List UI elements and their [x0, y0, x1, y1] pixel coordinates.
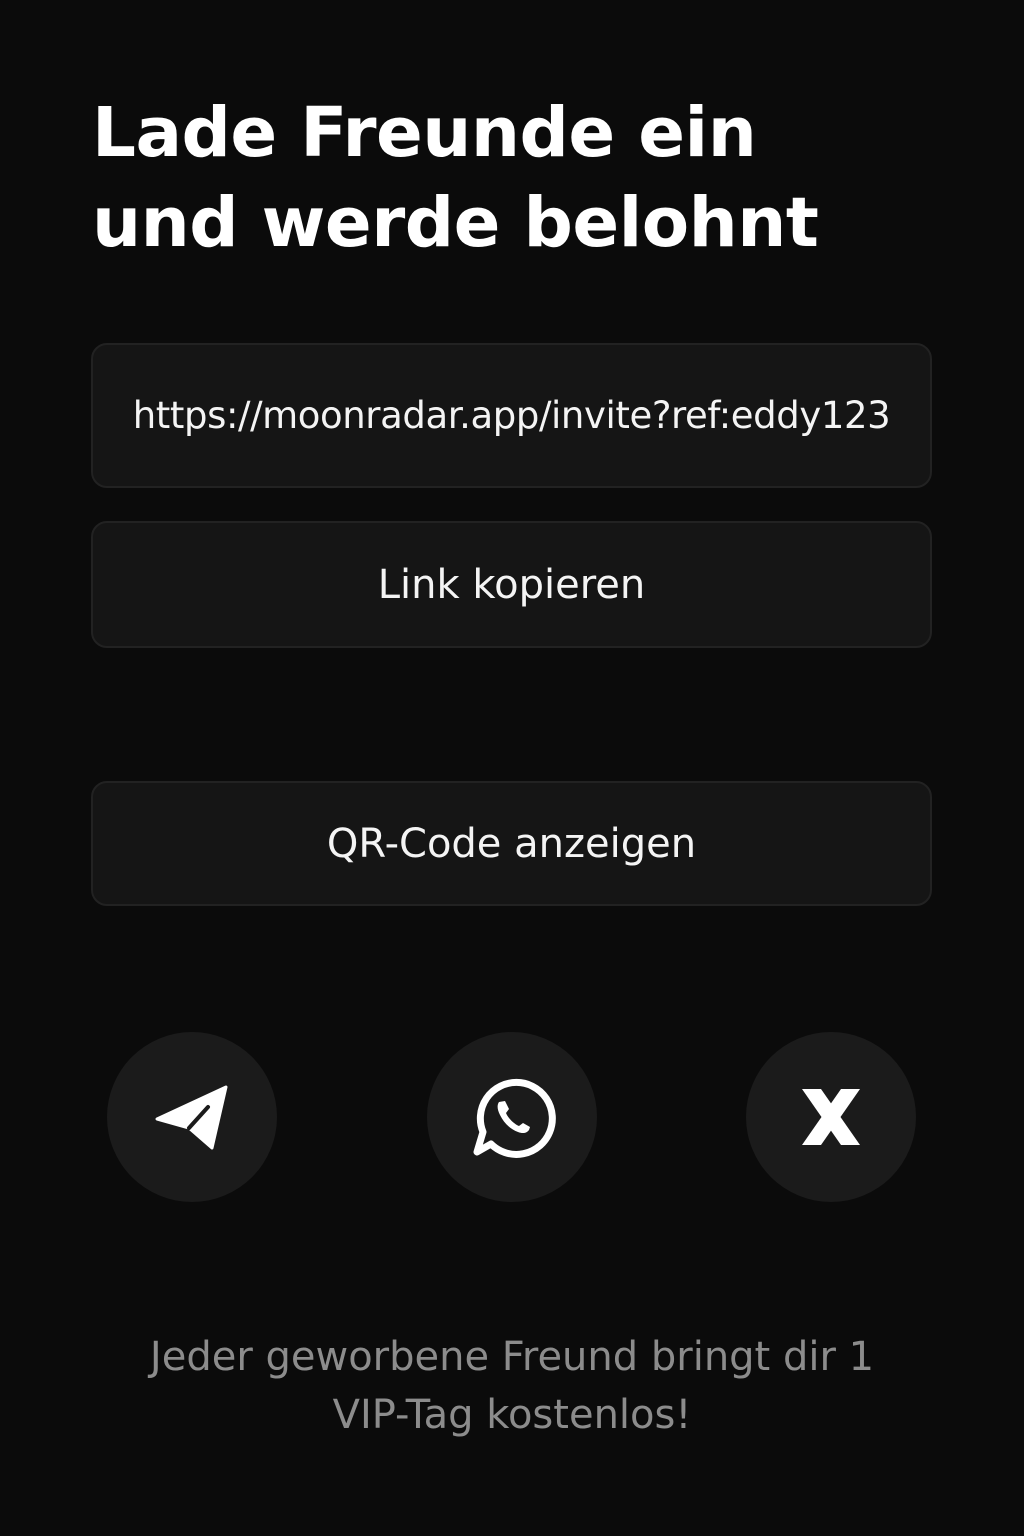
show-qr-code-label: QR-Code anzeigen: [326, 820, 697, 867]
share-telegram-button[interactable]: [107, 1032, 277, 1202]
x-icon: [802, 1089, 860, 1145]
copy-link-label: Link kopieren: [377, 561, 646, 608]
copy-link-button[interactable]: Link kopieren: [91, 521, 932, 648]
reward-info-line-2: VIP-Tag kostenlos!: [332, 1392, 692, 1438]
page-title-line-1: Lade Freunde ein: [92, 93, 757, 173]
show-qr-code-button[interactable]: QR-Code anzeigen: [91, 781, 932, 906]
invite-link-field[interactable]: https://moonradar.app/invite?ref:eddy123: [91, 343, 932, 488]
page-title-line-2: und werde belohnt: [92, 183, 819, 263]
reward-info-text: Jeder geworbene Freund bringt dir 1 VIP-…: [92, 1328, 932, 1444]
invite-link-value: https://moonradar.app/invite?ref:eddy123: [132, 394, 891, 437]
reward-info-line-1: Jeder geworbene Freund bringt dir 1: [149, 1334, 875, 1380]
share-x-button[interactable]: [746, 1032, 916, 1202]
share-whatsapp-button[interactable]: [427, 1032, 597, 1202]
telegram-icon: [155, 1085, 228, 1150]
whatsapp-icon: [473, 1078, 556, 1158]
page-title: Lade Freunde ein und werde belohnt: [92, 88, 952, 268]
